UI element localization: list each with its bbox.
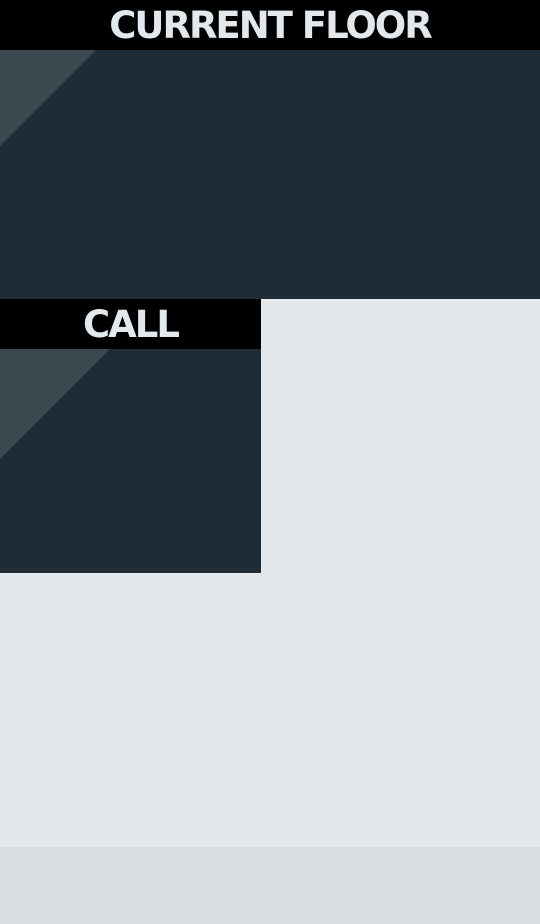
bottom-bar — [0, 847, 540, 924]
current-floor-display — [0, 50, 540, 299]
call-label: CALL — [83, 302, 180, 346]
call-header: CALL — [0, 299, 261, 349]
call-display-glare-shape — [0, 349, 110, 459]
call-display[interactable] — [0, 349, 261, 573]
current-floor-header: CURRENT FLOOR — [0, 0, 540, 50]
floor-display-glare-shape — [0, 50, 96, 146]
current-floor-label: CURRENT FLOOR — [109, 3, 432, 47]
floor-display-glare — [0, 50, 96, 146]
call-display-glare — [0, 349, 110, 459]
